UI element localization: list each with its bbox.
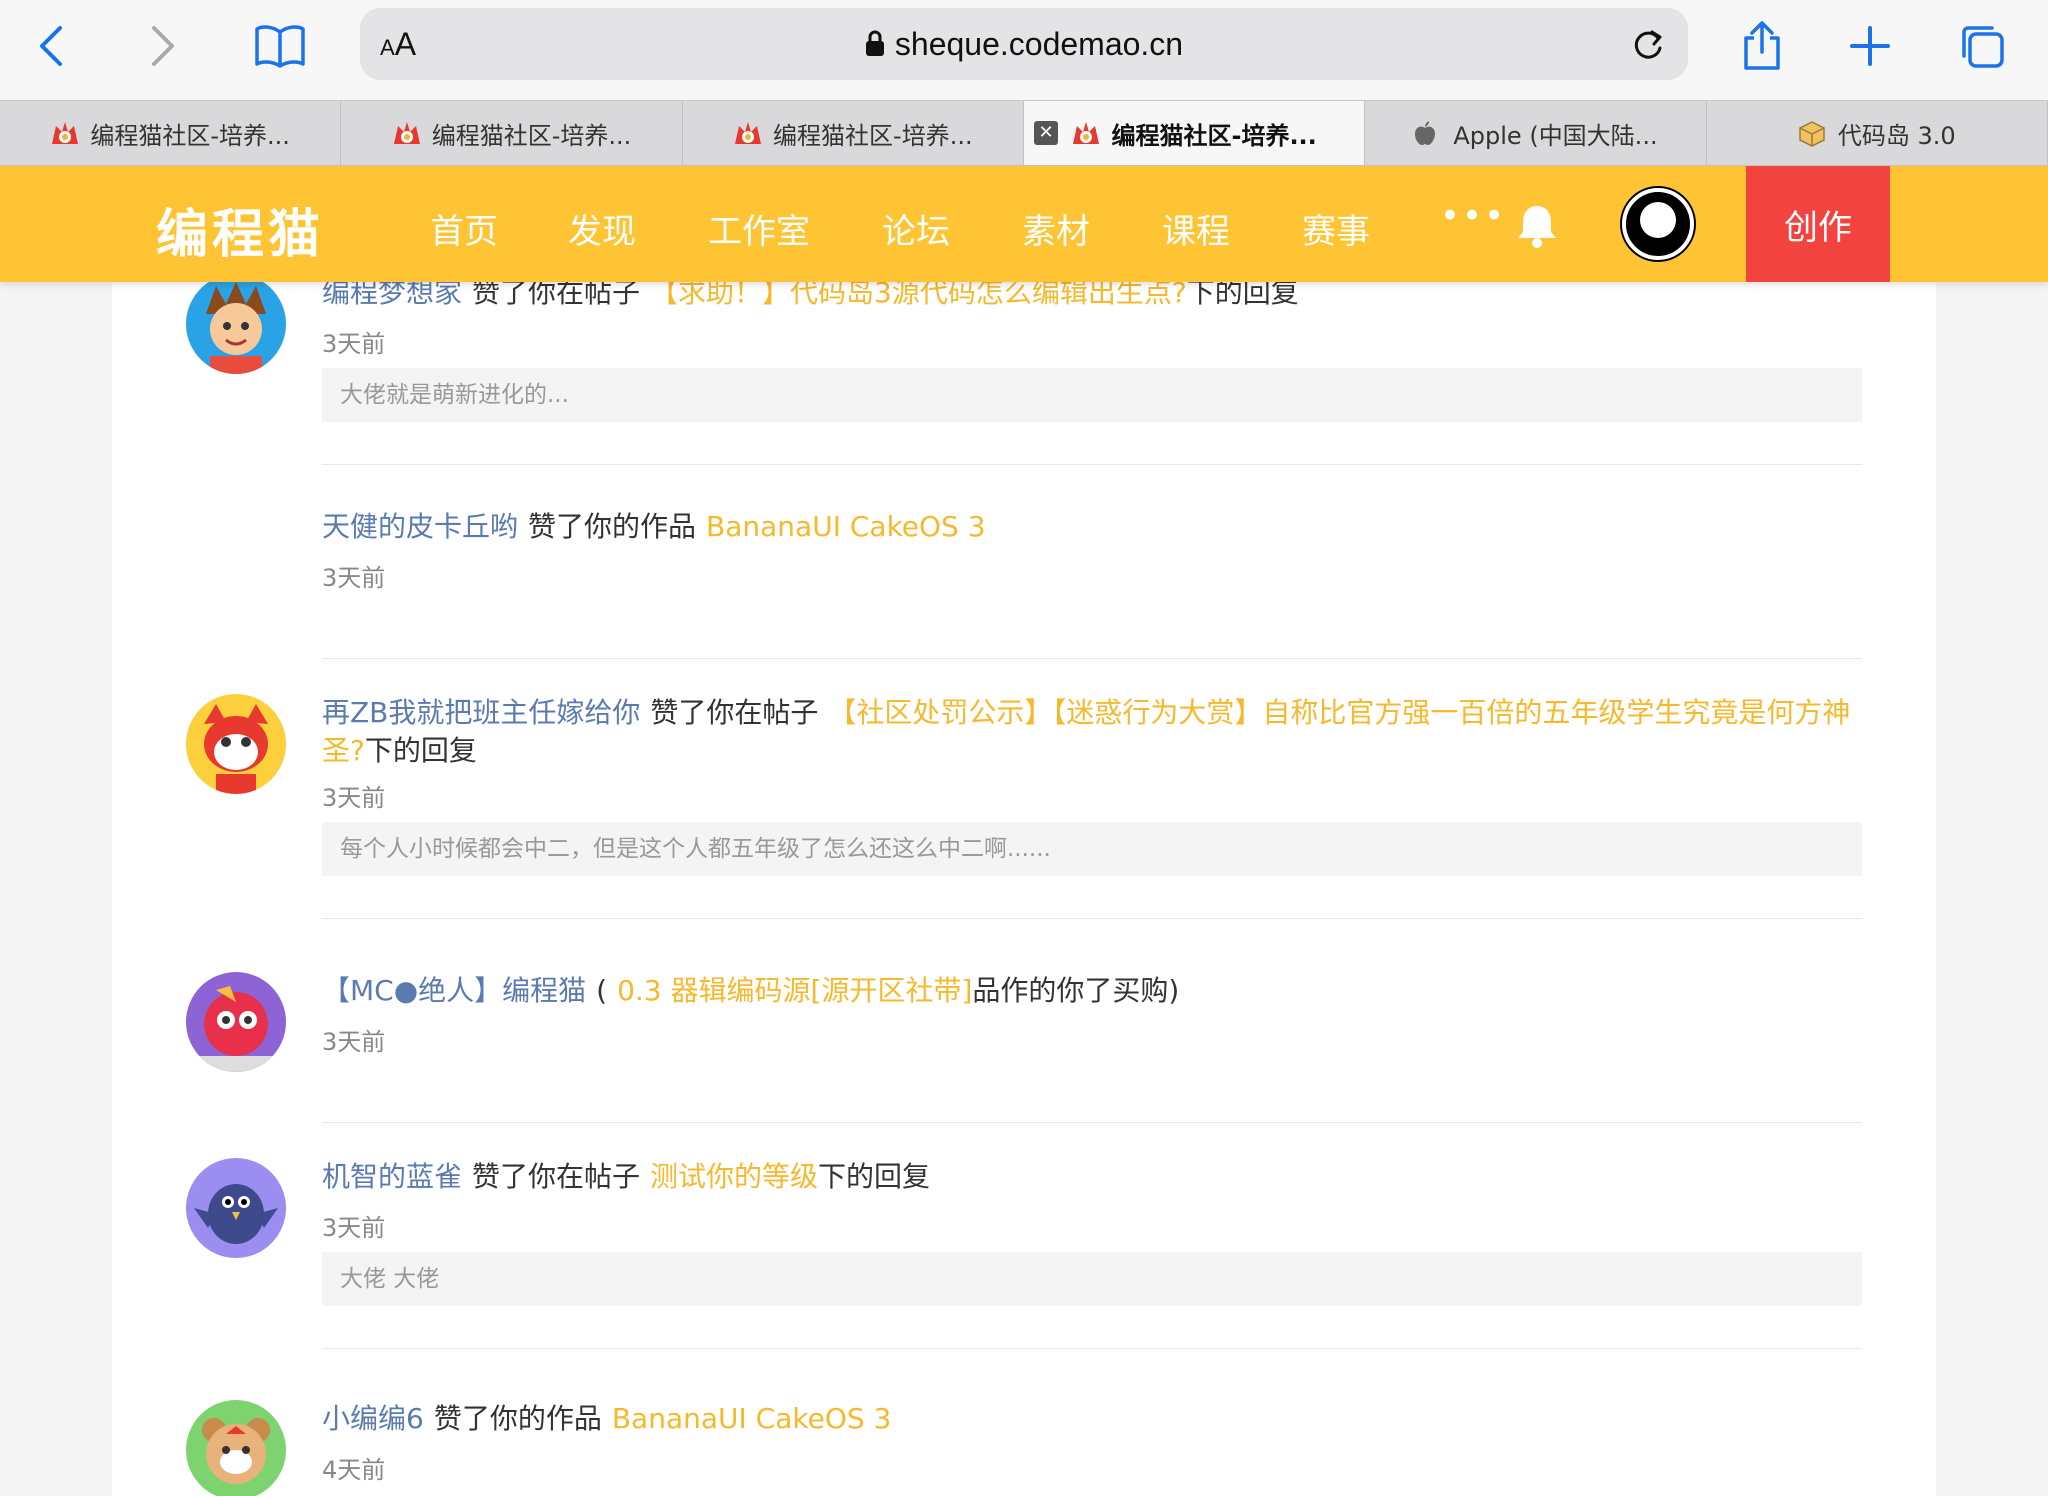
bear-avatar[interactable] bbox=[186, 1400, 286, 1496]
back-icon[interactable] bbox=[20, 14, 84, 78]
tab-bar: 编程猫社区-培养... 编程猫社区-培养... 编程猫社区-培养... ✕ 编程… bbox=[0, 100, 2048, 166]
boy-avatar[interactable] bbox=[186, 282, 286, 374]
cat-avatar[interactable] bbox=[186, 694, 286, 794]
action-text: ( bbox=[596, 974, 608, 1007]
action-text: 赞了你在帖子 bbox=[650, 696, 819, 729]
forward-icon[interactable] bbox=[130, 14, 194, 78]
timestamp: 3天前 bbox=[322, 784, 386, 812]
new-tab-icon[interactable] bbox=[1838, 14, 1902, 78]
bookmarks-icon[interactable] bbox=[248, 14, 312, 78]
divider bbox=[322, 658, 1862, 659]
nav-courses[interactable]: 课程 bbox=[1162, 204, 1230, 253]
action-text: 赞了你在帖子 bbox=[472, 1160, 641, 1193]
browser-tab[interactable]: Apple (中国大陆... bbox=[1365, 101, 1707, 165]
share-icon[interactable] bbox=[1730, 14, 1794, 78]
create-button[interactable]: 创作 bbox=[1746, 166, 1890, 282]
browser-tab[interactable]: 编程猫社区-培养... bbox=[0, 101, 342, 165]
target-link[interactable]: 0.3 器辑编码源[源开区社带] bbox=[617, 974, 972, 1007]
nav-studio[interactable]: 工作室 bbox=[708, 204, 810, 253]
timestamp: 3天前 bbox=[322, 1028, 386, 1056]
nav-discover[interactable]: 发现 bbox=[568, 204, 636, 253]
divider bbox=[322, 918, 1862, 919]
fish-avatar[interactable] bbox=[186, 972, 286, 1072]
user-link[interactable]: 【MC●绝人】编程猫 bbox=[322, 974, 586, 1007]
browser-tab[interactable]: 代码岛 3.0 bbox=[1707, 101, 2048, 165]
timestamp: 4天前 bbox=[322, 1456, 386, 1484]
timestamp: 3天前 bbox=[322, 330, 386, 358]
codemao-icon bbox=[50, 120, 80, 146]
action-text: 赞了你在帖子 bbox=[472, 282, 641, 309]
reply-quote[interactable]: 每个人小时候都会中二，但是这个人都五年级了怎么还这么中二啊...... bbox=[322, 822, 1862, 876]
site-header: 编程猫 首页 发现 工作室 论坛 素材 课程 赛事 ••• 创作 bbox=[0, 166, 2048, 282]
lock-icon bbox=[865, 28, 885, 65]
suffix-text: 下的回复 bbox=[818, 1160, 931, 1193]
suffix-text: 下的回复 bbox=[364, 734, 477, 767]
target-link[interactable]: 测试你的等级 bbox=[650, 1160, 818, 1193]
action-text: 赞了你的作品 bbox=[528, 510, 697, 543]
reload-icon[interactable] bbox=[1630, 24, 1666, 68]
target-link[interactable]: BananaUI CakeOS 3 bbox=[706, 510, 986, 543]
timestamp: 3天前 bbox=[322, 1214, 386, 1242]
address-bar[interactable]: AA sheque.codemao.cn bbox=[360, 8, 1688, 80]
divider bbox=[322, 1122, 1862, 1123]
apple-icon bbox=[1413, 120, 1443, 146]
nav-contests[interactable]: 赛事 bbox=[1302, 204, 1370, 253]
cube-icon bbox=[1798, 120, 1828, 147]
reply-quote[interactable]: 大佬 大佬 bbox=[322, 1252, 1862, 1306]
reply-quote[interactable]: 大佬就是萌新进化的... bbox=[322, 368, 1862, 422]
browser-toolbar: AA sheque.codemao.cn bbox=[0, 0, 2048, 100]
user-link[interactable]: 编程梦想家 bbox=[322, 282, 462, 309]
close-tab-icon[interactable]: ✕ bbox=[1033, 121, 1058, 145]
more-menu-button[interactable]: ••• bbox=[1440, 196, 1506, 236]
user-link[interactable]: 小编编6 bbox=[322, 1402, 424, 1435]
timestamp: 3天前 bbox=[322, 564, 386, 592]
user-link[interactable]: 天健的皮卡丘哟 bbox=[322, 510, 518, 543]
browser-tab-active[interactable]: ✕ 编程猫社区-培养... bbox=[1023, 101, 1366, 165]
url-text: sheque.codemao.cn bbox=[894, 26, 1184, 62]
nav-forum[interactable]: 论坛 bbox=[882, 204, 950, 253]
user-avatar[interactable] bbox=[1622, 188, 1694, 260]
bird-avatar[interactable] bbox=[186, 1158, 286, 1258]
user-link[interactable]: 机智的蓝雀 bbox=[322, 1160, 462, 1193]
codemao-icon bbox=[1071, 120, 1101, 146]
target-link[interactable]: BananaUI CakeOS 3 bbox=[612, 1402, 892, 1435]
site-logo[interactable]: 编程猫 bbox=[156, 192, 324, 267]
nav-home[interactable]: 首页 bbox=[430, 204, 498, 253]
action-text: 赞了你的作品 bbox=[433, 1402, 602, 1435]
suffix-text: 品作的你了买购) bbox=[972, 974, 1180, 1007]
divider bbox=[322, 1348, 1862, 1349]
bell-icon[interactable] bbox=[1512, 200, 1562, 254]
browser-tab[interactable]: 编程猫社区-培养... bbox=[683, 101, 1024, 165]
target-link[interactable]: 【求助！】代码岛3源代码怎么编辑出生点? bbox=[650, 282, 1187, 309]
tab-overview-icon[interactable] bbox=[1950, 14, 2014, 78]
browser-tab[interactable]: 编程猫社区-培养... bbox=[341, 101, 683, 165]
notification-panel: 编程梦想家 赞了你在帖子 【求助！】代码岛3源代码怎么编辑出生点?下的回复 3天前 … bbox=[112, 282, 1936, 1496]
suffix-text: 下的回复 bbox=[1186, 282, 1299, 309]
user-link[interactable]: 再ZB我就把班主任嫁给你 bbox=[322, 696, 640, 729]
nav-materials[interactable]: 素材 bbox=[1022, 204, 1090, 253]
codemao-icon bbox=[733, 120, 763, 146]
divider bbox=[322, 464, 1862, 465]
codemao-icon bbox=[392, 120, 422, 146]
